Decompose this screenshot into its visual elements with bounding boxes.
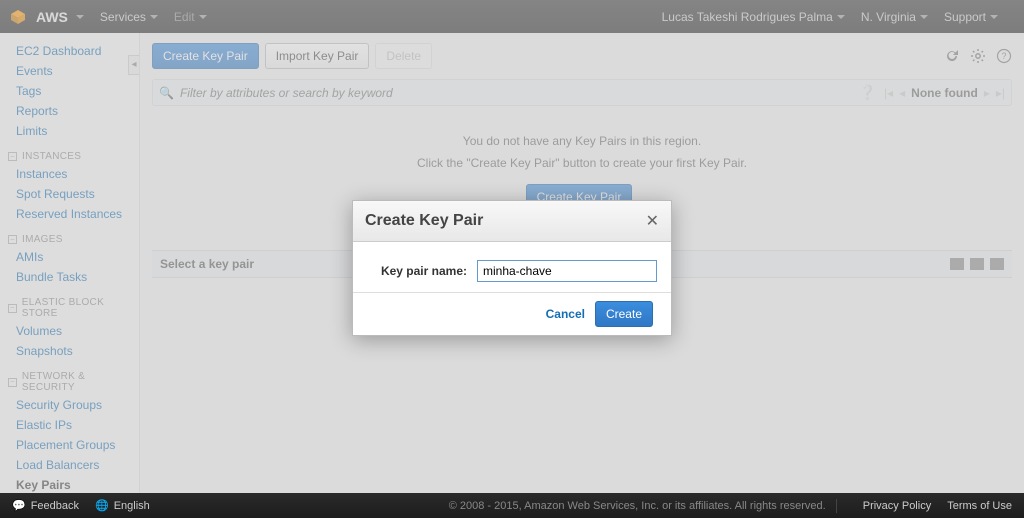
language-label: English bbox=[114, 500, 150, 512]
privacy-link[interactable]: Privacy Policy bbox=[863, 500, 931, 512]
modal-title: Create Key Pair bbox=[365, 212, 646, 230]
speech-icon: 💬 bbox=[12, 499, 26, 512]
close-icon[interactable]: ✕ bbox=[646, 211, 659, 231]
feedback-link[interactable]: 💬 Feedback bbox=[12, 499, 79, 512]
cancel-button[interactable]: Cancel bbox=[546, 307, 585, 321]
globe-icon: 🌐 bbox=[95, 499, 109, 512]
divider bbox=[836, 499, 837, 513]
modal-body: Key pair name: bbox=[353, 242, 671, 292]
footer: 💬 Feedback 🌐 English © 2008 - 2015, Amaz… bbox=[0, 493, 1024, 518]
keypair-name-input[interactable] bbox=[477, 260, 657, 282]
feedback-label: Feedback bbox=[31, 500, 79, 512]
create-keypair-modal: Create Key Pair ✕ Key pair name: Cancel … bbox=[352, 200, 672, 336]
keypair-name-label: Key pair name: bbox=[367, 264, 467, 278]
create-button[interactable]: Create bbox=[595, 301, 653, 327]
language-menu[interactable]: 🌐 English bbox=[95, 499, 150, 512]
terms-link[interactable]: Terms of Use bbox=[947, 500, 1012, 512]
modal-header: Create Key Pair ✕ bbox=[353, 201, 671, 242]
modal-footer: Cancel Create bbox=[353, 292, 671, 335]
copyright-text: © 2008 - 2015, Amazon Web Services, Inc.… bbox=[449, 500, 826, 512]
